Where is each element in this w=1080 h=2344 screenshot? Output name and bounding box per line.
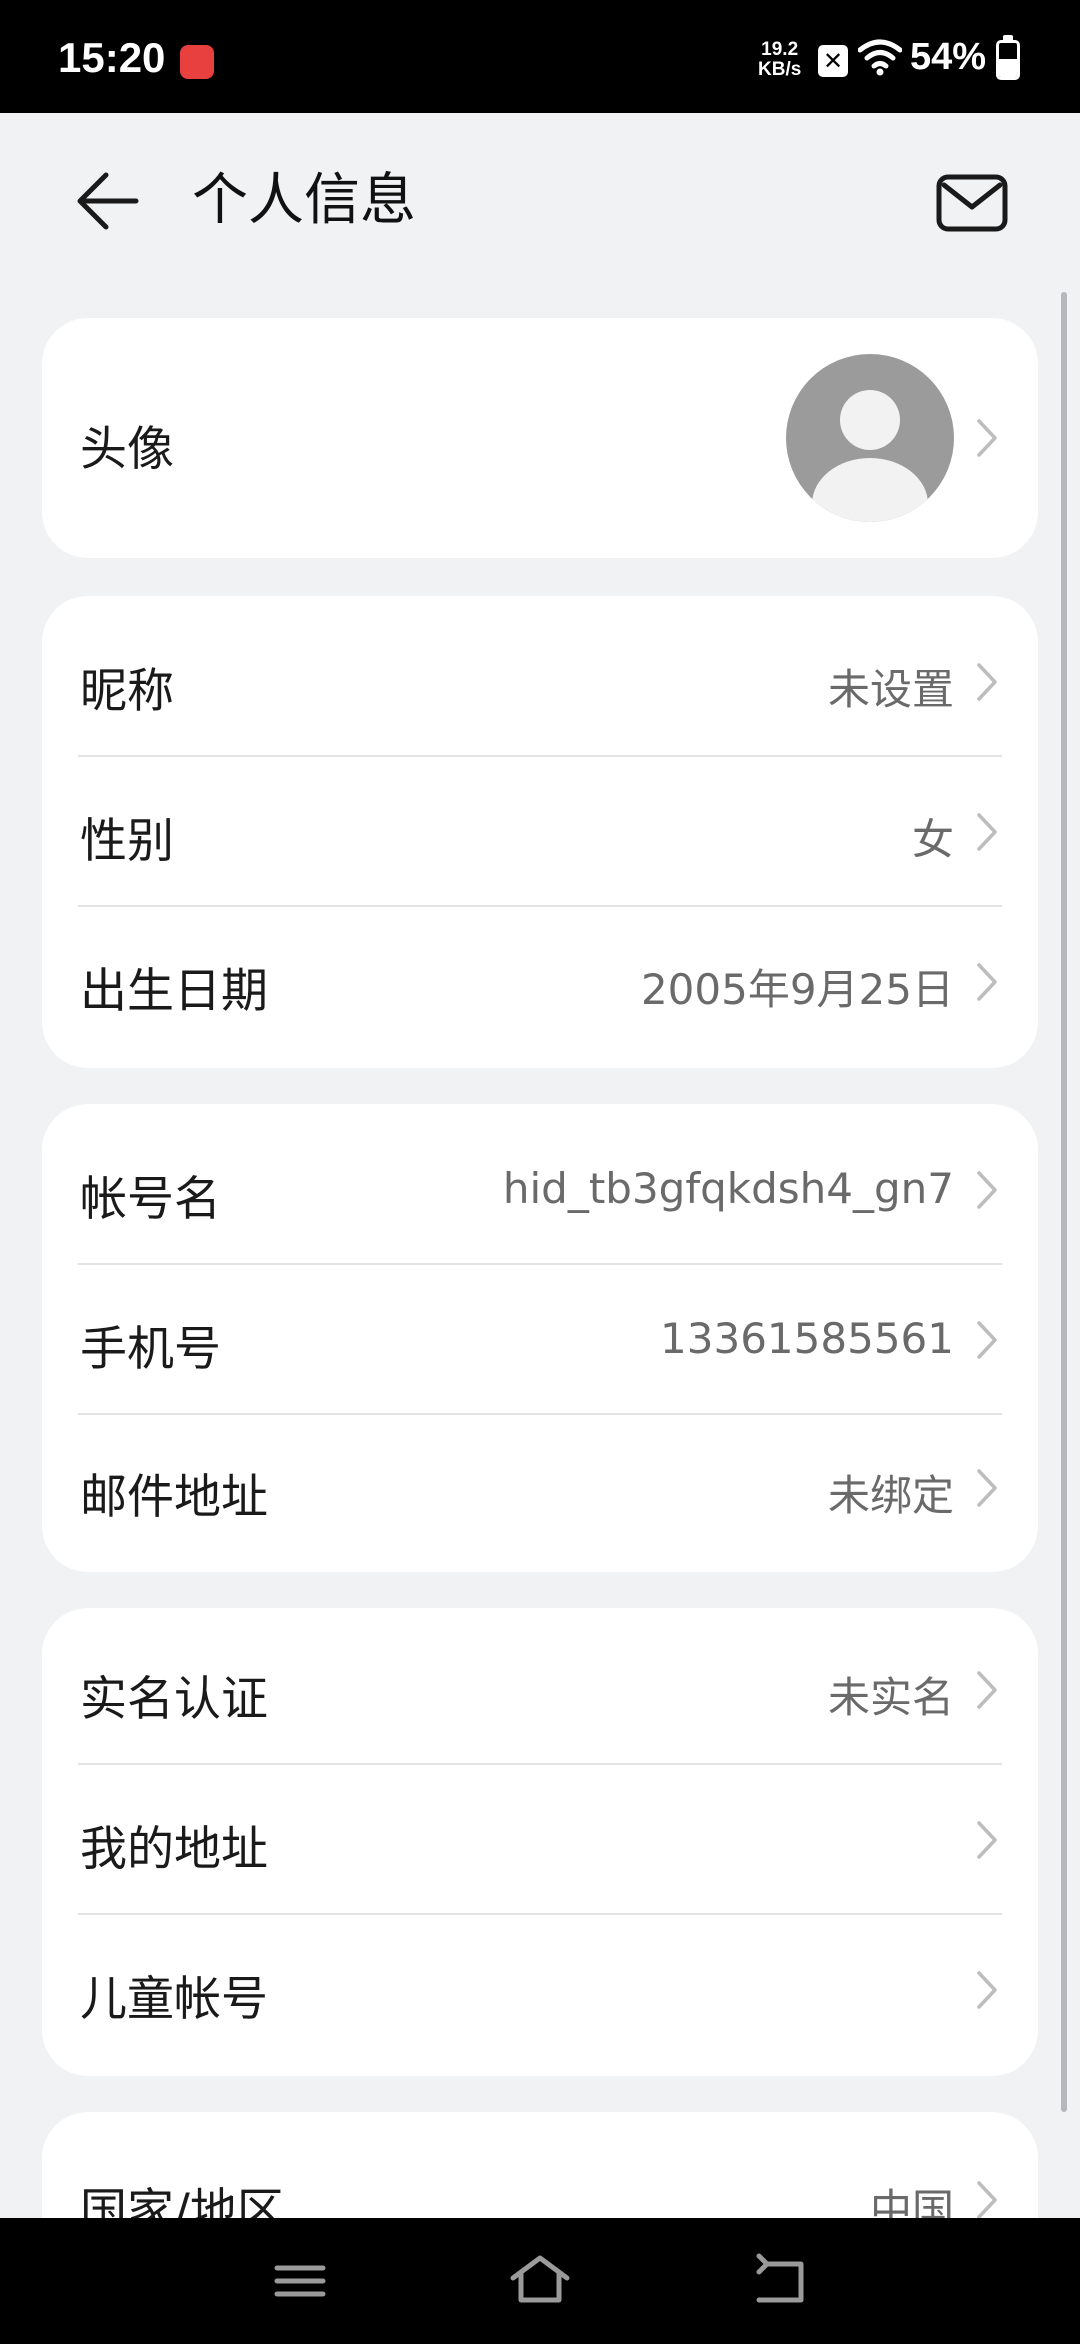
realname-value: 未实名	[827, 1673, 954, 1722]
gender-label: 性别	[80, 814, 174, 869]
app-header: 个人信息	[0, 113, 1080, 283]
address-row[interactable]: 我的地址	[42, 1764, 1038, 1914]
realname-label: 实名认证	[80, 1672, 268, 1727]
gender-value: 女	[911, 815, 954, 864]
status-time: 15:20	[58, 34, 166, 81]
nickname-value: 未设置	[827, 665, 954, 714]
network-speed-unit: KB/s	[758, 59, 802, 80]
other-card: 实名认证 未实名 我的地址 儿童帐号	[42, 1608, 1038, 2076]
phone-value: 13361585561	[660, 1314, 954, 1363]
network-speed-value: 19.2	[761, 39, 799, 60]
chevron-right-icon	[977, 419, 997, 457]
phone-label: 手机号	[80, 1322, 221, 1377]
address-label: 我的地址	[80, 1822, 268, 1877]
system-nav-bar	[0, 2218, 1080, 2344]
account-name-row[interactable]: 帐号名 hid_tb3gfqkdsh4_gn7	[42, 1104, 1038, 1264]
mail-icon[interactable]	[934, 165, 1010, 241]
nickname-row[interactable]: 昵称 未设置	[42, 596, 1038, 756]
child-account-row[interactable]: 儿童帐号	[42, 1914, 1038, 2076]
birthdate-value: 2005年9月25日	[640, 965, 954, 1014]
app-notification-icon	[180, 45, 214, 79]
menu-icon[interactable]	[265, 2248, 335, 2314]
phone-row[interactable]: 手机号 13361585561	[42, 1264, 1038, 1414]
arrow-left-icon[interactable]	[70, 163, 146, 239]
profile-card: 昵称 未设置 性别 女 出生日期 2005年9月25日	[42, 596, 1038, 1068]
chevron-right-icon	[977, 813, 997, 851]
status-bar: 15:20 19.2 KB/s ✕ 54%	[0, 0, 1080, 113]
account-name-value: hid_tb3gfqkdsh4_gn7	[502, 1164, 954, 1213]
scrollbar[interactable]	[1061, 292, 1067, 2112]
battery-icon	[996, 40, 1020, 80]
page-title: 个人信息	[192, 168, 416, 233]
account-name-label: 帐号名	[80, 1172, 221, 1227]
account-card: 帐号名 hid_tb3gfqkdsh4_gn7 手机号 13361585561 …	[42, 1104, 1038, 1572]
avatar[interactable]	[786, 354, 954, 522]
gender-row[interactable]: 性别 女	[42, 756, 1038, 906]
battery-percent: 54%	[910, 36, 987, 78]
avatar-placeholder-icon	[812, 390, 928, 522]
nickname-label: 昵称	[80, 664, 174, 719]
avatar-card: 头像	[42, 318, 1038, 558]
realname-row[interactable]: 实名认证 未实名	[42, 1608, 1038, 1764]
battery-fill	[999, 58, 1017, 77]
back-icon[interactable]	[745, 2248, 815, 2314]
chevron-right-icon	[977, 1971, 997, 2009]
child-account-label: 儿童帐号	[80, 1972, 268, 2027]
email-value: 未绑定	[827, 1471, 954, 1520]
network-speed: 19.2 KB/s	[758, 40, 801, 80]
chevron-right-icon	[977, 2181, 997, 2219]
birthdate-row[interactable]: 出生日期 2005年9月25日	[42, 906, 1038, 1068]
chevron-right-icon	[977, 1469, 997, 1507]
wifi-icon	[858, 39, 902, 76]
home-icon[interactable]	[505, 2248, 575, 2314]
email-row[interactable]: 邮件地址 未绑定	[42, 1414, 1038, 1572]
chevron-right-icon	[977, 1671, 997, 1709]
birthdate-label: 出生日期	[80, 964, 268, 1019]
email-label: 邮件地址	[80, 1470, 268, 1525]
avatar-row[interactable]: 头像	[42, 318, 1038, 558]
chevron-right-icon	[977, 1821, 997, 1859]
avatar-label: 头像	[80, 422, 174, 477]
chevron-right-icon	[977, 963, 997, 1001]
chevron-right-icon	[977, 1321, 997, 1359]
chevron-right-icon	[977, 1171, 997, 1209]
chevron-right-icon	[977, 663, 997, 701]
no-sim-icon: ✕	[818, 45, 848, 77]
